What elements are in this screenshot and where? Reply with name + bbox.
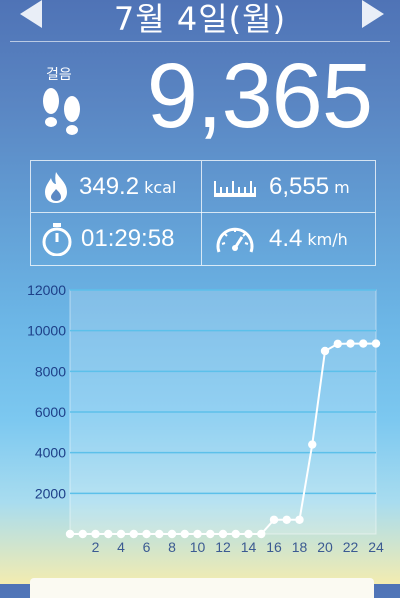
header-divider xyxy=(10,41,390,42)
x-tick-label: 20 xyxy=(317,539,333,555)
data-point xyxy=(257,529,266,539)
data-point xyxy=(180,529,189,539)
y-tick-label: 4000 xyxy=(35,445,66,461)
data-point xyxy=(295,515,304,524)
data-point xyxy=(142,529,151,539)
x-tick-label: 2 xyxy=(92,539,100,555)
data-point xyxy=(308,440,317,449)
x-tick-label: 4 xyxy=(117,539,125,555)
data-point xyxy=(206,529,215,539)
calories-value: 349.2 xyxy=(79,173,140,200)
data-point xyxy=(371,339,381,348)
data-point xyxy=(167,529,177,539)
date-title: 7월 4일(월) xyxy=(113,0,287,38)
calories-cell: 349.2 kcal xyxy=(41,161,176,213)
steps-count: 9,365 xyxy=(146,45,373,147)
speedometer-icon xyxy=(216,227,254,253)
next-day-button[interactable] xyxy=(362,0,384,28)
ruler-icon xyxy=(214,181,256,197)
distance-cell: 6,555 m xyxy=(213,161,350,213)
x-tick-label: 22 xyxy=(343,539,359,555)
data-point xyxy=(129,529,138,539)
footprints-icon xyxy=(43,88,80,135)
x-tick-label: 16 xyxy=(266,539,282,555)
calories-unit: kcal xyxy=(144,177,177,197)
flame-icon xyxy=(45,172,67,203)
stopwatch-icon xyxy=(42,223,72,256)
duration-value: 01:29:58 xyxy=(81,225,175,252)
x-tick-label: 18 xyxy=(292,539,308,555)
y-tick-label: 6000 xyxy=(35,404,66,420)
y-tick-label: 8000 xyxy=(35,363,66,379)
data-point xyxy=(231,529,240,539)
data-point xyxy=(78,529,87,539)
y-tick-label: 2000 xyxy=(35,485,66,501)
data-point xyxy=(91,529,100,539)
distance-value: 6,555 xyxy=(269,173,330,200)
x-tick-label: 24 xyxy=(368,539,384,555)
stats-grid: 349.2 kcal 6,555 m 01:29:58 4.4 km/h xyxy=(30,160,376,266)
data-point xyxy=(193,529,202,539)
y-tick-label: 12000 xyxy=(27,282,66,298)
data-point xyxy=(218,529,228,539)
x-tick-label: 12 xyxy=(215,539,231,555)
stats-divider-vertical xyxy=(201,161,202,265)
steps-chart: 200040006000800010000120002 4 6 8 10 12 14 16 18… xyxy=(27,282,384,555)
duration-cell: 01:29:58 xyxy=(41,213,174,265)
x-tick-label: 6 xyxy=(143,539,151,555)
data-point xyxy=(269,515,279,524)
data-point xyxy=(155,529,164,539)
data-point xyxy=(282,515,291,524)
data-point xyxy=(359,339,368,348)
data-point xyxy=(320,346,330,356)
distance-unit: m xyxy=(334,177,350,197)
data-point xyxy=(65,529,75,539)
speed-cell: 4.4 km/h xyxy=(213,213,348,265)
date-header: 7월 4일(월) xyxy=(0,0,400,42)
data-point xyxy=(244,529,253,539)
data-point xyxy=(116,529,126,539)
speed-value: 4.4 xyxy=(269,225,303,252)
bottom-card xyxy=(30,578,374,598)
data-point xyxy=(333,339,342,349)
x-tick-label: 8 xyxy=(168,539,176,555)
y-tick-label: 10000 xyxy=(27,323,66,339)
data-point xyxy=(104,529,113,539)
x-tick-label: 14 xyxy=(241,539,257,555)
x-tick-label: 10 xyxy=(190,539,206,555)
data-point xyxy=(346,339,355,348)
speed-unit: km/h xyxy=(307,229,348,249)
steps-label: 걸음 xyxy=(46,67,72,83)
